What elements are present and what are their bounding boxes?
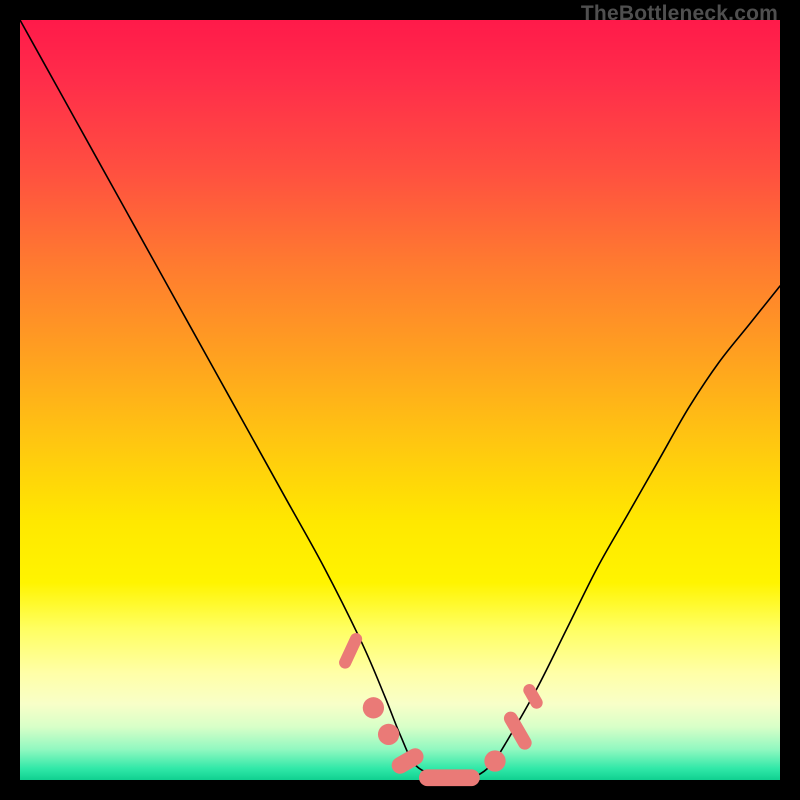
curve-markers [337, 631, 545, 786]
curve-marker [389, 745, 427, 777]
curve-marker [484, 750, 505, 771]
curve-marker [501, 709, 534, 752]
curve-marker [521, 682, 545, 711]
chart-svg [20, 20, 780, 780]
curve-marker [378, 724, 399, 745]
chart-frame: TheBottleneck.com [0, 0, 800, 800]
curve-marker [419, 769, 480, 786]
curve-marker [363, 697, 384, 718]
curve-marker [337, 631, 364, 671]
watermark-text: TheBottleneck.com [581, 2, 778, 26]
plot-area [20, 20, 780, 780]
bottleneck-curve [20, 20, 780, 780]
